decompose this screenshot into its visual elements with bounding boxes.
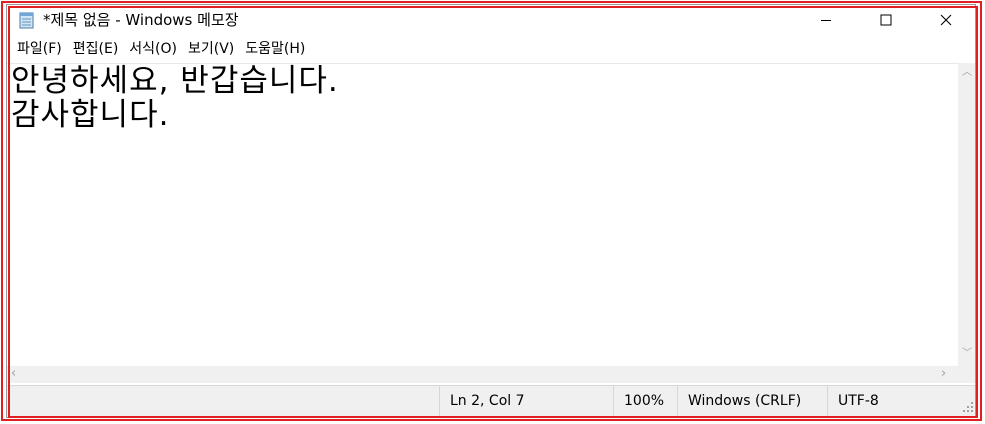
highlight-frame-outer: [1, 1, 982, 421]
